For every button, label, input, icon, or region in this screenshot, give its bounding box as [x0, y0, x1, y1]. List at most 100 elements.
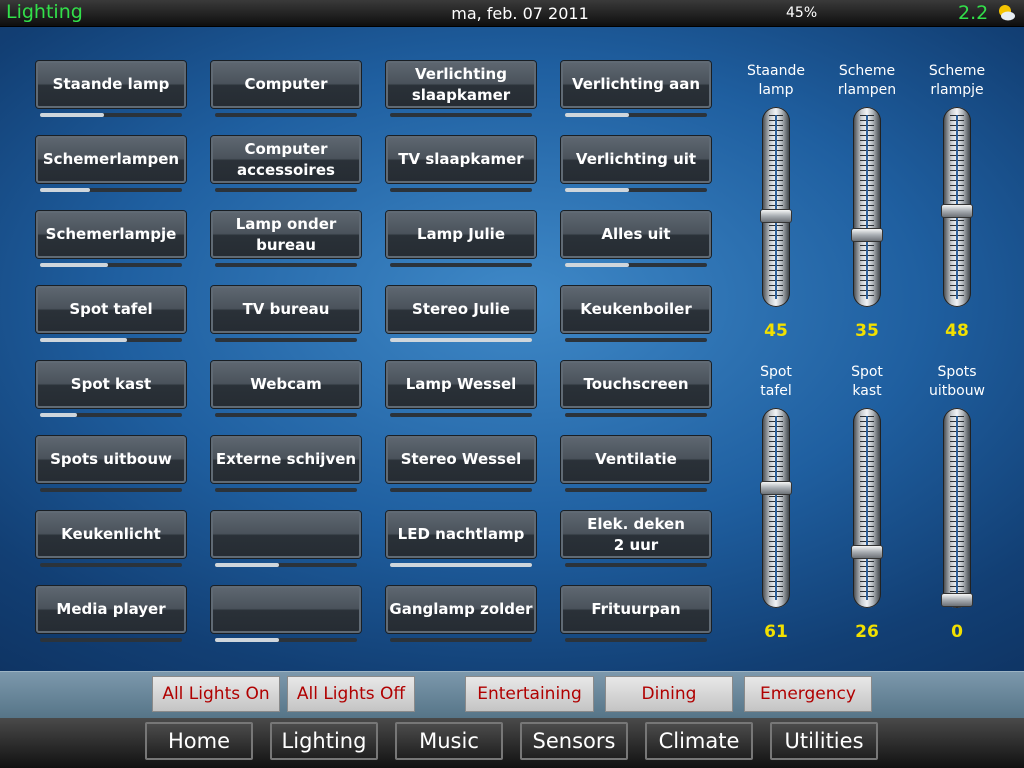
device-button[interactable]: Staande lamp — [36, 61, 186, 117]
device-button[interactable]: Spot kast — [36, 361, 186, 417]
dimmer-value: 26 — [855, 622, 879, 642]
device-button[interactable]: Media player — [36, 586, 186, 642]
device-button-label[interactable]: Computer — [211, 61, 361, 108]
slider-knob[interactable] — [761, 481, 791, 494]
device-button-label[interactable]: Media player — [36, 586, 186, 633]
device-button[interactable]: LED nachtlamp — [386, 511, 536, 567]
device-button-label[interactable]: Schemerlampje — [36, 211, 186, 258]
dimmer-slider[interactable] — [852, 107, 882, 307]
device-button-label[interactable]: LED nachtlamp — [386, 511, 536, 558]
scene-button[interactable]: All Lights Off — [287, 676, 415, 712]
device-button-label[interactable]: Externe schijven — [211, 436, 361, 483]
device-button[interactable]: Elek. deken 2 uur — [561, 511, 711, 567]
device-button[interactable]: TV bureau — [211, 286, 361, 342]
device-button-label[interactable]: Webcam — [211, 361, 361, 408]
level-indicator — [565, 263, 707, 267]
device-button[interactable]: Lamp Julie — [386, 211, 536, 267]
dimmer-label: Scheme rlampje — [928, 63, 986, 98]
device-button[interactable]: Computer — [211, 61, 361, 117]
device-button[interactable]: Verlichting slaapkamer — [386, 61, 536, 117]
device-button-label[interactable]: Verlichting uit — [561, 136, 711, 183]
device-button[interactable]: Frituurpan — [561, 586, 711, 642]
device-button[interactable]: Lamp onder bureau — [211, 211, 361, 267]
device-button[interactable]: Stereo Julie — [386, 286, 536, 342]
scene-button[interactable]: All Lights On — [152, 676, 280, 712]
device-button[interactable]: Alles uit — [561, 211, 711, 267]
device-button-label[interactable]: Spots uitbouw — [36, 436, 186, 483]
device-button-label[interactable]: Computer accessoires — [211, 136, 361, 183]
device-button-label[interactable]: Spot kast — [36, 361, 186, 408]
device-button[interactable]: Schemerlampen — [36, 136, 186, 192]
device-button[interactable]: Ganglamp zolder — [386, 586, 536, 642]
device-button-label[interactable]: Ganglamp zolder — [386, 586, 536, 633]
dimmer-label: Spots uitbouw — [928, 364, 986, 399]
device-button[interactable]: Schemerlampje — [36, 211, 186, 267]
nav-button[interactable]: Climate — [645, 722, 753, 760]
device-button-label[interactable]: Stereo Julie — [386, 286, 536, 333]
slider-knob[interactable] — [852, 228, 882, 241]
scene-button[interactable]: Emergency — [744, 676, 872, 712]
device-button-label[interactable] — [211, 586, 361, 633]
dimmer-slider[interactable] — [852, 408, 882, 608]
device-button-label[interactable]: Keukenlicht — [36, 511, 186, 558]
device-button[interactable]: Verlichting uit — [561, 136, 711, 192]
device-button[interactable]: Verlichting aan — [561, 61, 711, 117]
nav-button[interactable]: Utilities — [770, 722, 878, 760]
device-button[interactable]: Ventilatie — [561, 436, 711, 492]
device-button-label[interactable]: Lamp Wessel — [386, 361, 536, 408]
dimmer-label: Spot tafel — [760, 364, 792, 399]
device-button-label[interactable]: Lamp onder bureau — [211, 211, 361, 258]
slider-knob[interactable] — [852, 546, 882, 559]
device-button[interactable]: Spots uitbouw — [36, 436, 186, 492]
dimmer-value: 61 — [764, 622, 788, 642]
device-button-label[interactable]: Lamp Julie — [386, 211, 536, 258]
device-button[interactable]: Touchscreen — [561, 361, 711, 417]
device-button-label[interactable]: TV bureau — [211, 286, 361, 333]
device-button-label[interactable]: TV slaapkamer — [386, 136, 536, 183]
device-button-label[interactable] — [211, 511, 361, 558]
device-button[interactable]: Externe schijven — [211, 436, 361, 492]
dimmer-slider[interactable] — [761, 107, 791, 307]
device-button[interactable]: Keukenboiler — [561, 286, 711, 342]
slider-knob[interactable] — [942, 204, 972, 217]
scene-button[interactable]: Dining — [605, 676, 733, 712]
level-indicator — [215, 638, 357, 642]
device-button[interactable]: Stereo Wessel — [386, 436, 536, 492]
dimmer-value: 0 — [951, 622, 963, 642]
device-button-label[interactable]: Schemerlampen — [36, 136, 186, 183]
device-button-label[interactable]: Ventilatie — [561, 436, 711, 483]
device-button[interactable]: Spot tafel — [36, 286, 186, 342]
device-button[interactable]: Webcam — [211, 361, 361, 417]
device-button[interactable] — [211, 511, 361, 567]
device-button-label[interactable]: Spot tafel — [36, 286, 186, 333]
slider-groove — [956, 416, 958, 600]
device-button-label[interactable]: Touchscreen — [561, 361, 711, 408]
slider-knob[interactable] — [942, 594, 972, 606]
device-button[interactable]: Lamp Wessel — [386, 361, 536, 417]
dimmer-label: Staande lamp — [747, 63, 805, 98]
device-button-label[interactable]: Staande lamp — [36, 61, 186, 108]
slider-knob[interactable] — [761, 210, 791, 223]
device-button-label[interactable]: Frituurpan — [561, 586, 711, 633]
device-button-label[interactable]: Verlichting slaapkamer — [386, 61, 536, 108]
scene-button[interactable]: Entertaining — [465, 676, 594, 712]
device-button[interactable]: Keukenlicht — [36, 511, 186, 567]
device-button[interactable]: TV slaapkamer — [386, 136, 536, 192]
nav-button[interactable]: Music — [395, 722, 503, 760]
level-indicator — [565, 113, 707, 117]
dimmer-slider[interactable] — [761, 408, 791, 608]
device-button-label[interactable]: Stereo Wessel — [386, 436, 536, 483]
device-button-label[interactable]: Keukenboiler — [561, 286, 711, 333]
nav-button[interactable]: Lighting — [270, 722, 378, 760]
status-bar: Lighting ma, feb. 07 2011 45% 2.2 — [0, 0, 1024, 27]
device-button-label[interactable]: Elek. deken 2 uur — [561, 511, 711, 558]
device-button-label[interactable]: Alles uit — [561, 211, 711, 258]
device-button-label[interactable]: Verlichting aan — [561, 61, 711, 108]
nav-button[interactable]: Sensors — [520, 722, 628, 760]
device-button[interactable] — [211, 586, 361, 642]
nav-button[interactable]: Home — [145, 722, 253, 760]
dimmer-slider[interactable] — [942, 408, 972, 608]
level-indicator — [390, 113, 532, 117]
device-button[interactable]: Computer accessoires — [211, 136, 361, 192]
dimmer-slider[interactable] — [942, 107, 972, 307]
